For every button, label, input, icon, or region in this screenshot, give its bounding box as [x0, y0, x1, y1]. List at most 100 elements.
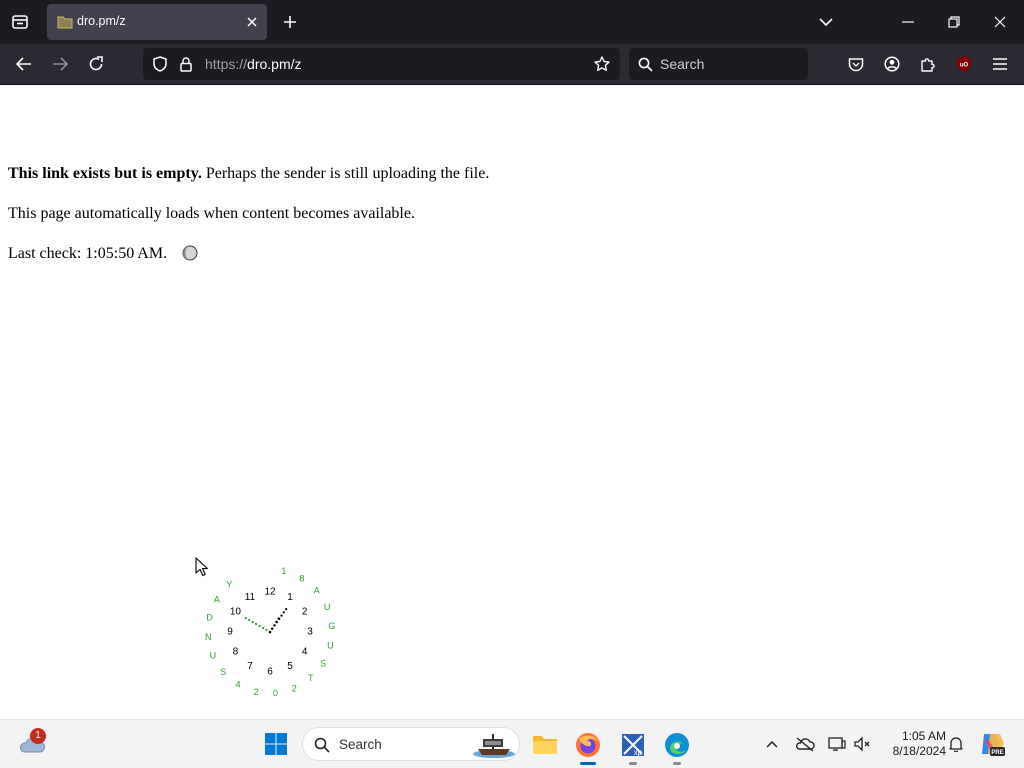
navigation-toolbar: https://dro.pm/z Search uO: [0, 44, 1024, 85]
close-window-icon[interactable]: [990, 12, 1010, 32]
bookmark-star-icon[interactable]: [592, 55, 612, 73]
search-placeholder: Search: [660, 56, 705, 72]
back-arrow-icon[interactable]: [14, 54, 34, 74]
tab-bar: dro.pm/z: [0, 0, 1024, 44]
clock-date-letter: 4: [236, 679, 241, 689]
display-icon[interactable]: [827, 734, 847, 754]
show-hidden-icons-chevron-icon[interactable]: [764, 736, 780, 752]
copilot-badge-text: PRE: [991, 750, 1003, 756]
empty-link-heading: This link exists but is empty.: [8, 165, 202, 182]
tab-active[interactable]: dro.pm/z: [47, 4, 267, 40]
clock-minute-hand-dot: [280, 614, 283, 617]
clock-date-letter: S: [220, 667, 226, 677]
url-text[interactable]: https://dro.pm/z: [205, 56, 302, 72]
clock-minute-hand-dot: [282, 611, 285, 614]
clock-hour-label: 8: [233, 647, 239, 658]
app-menu-icon[interactable]: [990, 54, 1010, 74]
windows-start-icon[interactable]: [264, 732, 288, 756]
minimize-icon[interactable]: [898, 12, 918, 32]
address-bar[interactable]: https://dro.pm/z: [143, 48, 620, 80]
clock-center-dot: [268, 630, 272, 634]
copilot-preview-icon[interactable]: PRE: [978, 730, 1006, 758]
edge-icon[interactable]: [663, 731, 691, 765]
clock-minute-hand-dot: [278, 617, 281, 620]
url-scheme: https://: [205, 56, 248, 72]
taskbar-date: 8/18/2024: [892, 744, 946, 758]
tab-close-icon[interactable]: [243, 13, 261, 31]
restore-icon[interactable]: [944, 12, 964, 32]
tracking-shield-icon[interactable]: [151, 55, 169, 73]
taskbar-clock[interactable]: 1:05 AM 8/18/2024: [880, 729, 946, 759]
empty-link-detail: Perhaps the sender is still uploading th…: [201, 165, 490, 182]
loading-moon-icon: [182, 245, 198, 261]
clock-hour-label: 9: [227, 627, 233, 638]
search-highlight-pirate-ship-icon: [471, 731, 517, 759]
clock-hour-label: 1: [287, 592, 293, 603]
firefox-active-indicator: [580, 762, 596, 765]
clock-date-letter: 8: [299, 573, 304, 583]
clock-hour-label: 7: [247, 661, 253, 672]
last-check-time: 1:05:50 AM.: [85, 245, 168, 262]
firefox-taskbar-icon[interactable]: [574, 731, 602, 765]
onedrive-offline-icon[interactable]: [795, 734, 815, 754]
app-xp-icon[interactable]: xp: [619, 731, 647, 765]
notification-bell-icon[interactable]: [947, 735, 965, 753]
firefox-view-icon[interactable]: [10, 12, 30, 32]
account-icon[interactable]: [882, 54, 902, 74]
clock-hour-label: 12: [264, 587, 276, 598]
page-content: This link exists but is empty. Perhaps t…: [0, 85, 1024, 719]
url-host-path: dro.pm/z: [247, 56, 302, 72]
extensions-puzzle-icon[interactable]: [918, 54, 938, 74]
list-tabs-chevron-icon[interactable]: [816, 12, 836, 32]
clock-hour-label: 10: [230, 607, 242, 618]
clock-date-letter: A: [214, 594, 220, 604]
clock-hour-label: 4: [302, 647, 308, 658]
taskbar-search-icon: [313, 736, 331, 754]
mouse-cursor-icon: [195, 557, 209, 577]
search-icon: [637, 56, 653, 72]
new-tab-icon[interactable]: [280, 12, 300, 32]
clock-date-letter: Y: [226, 580, 232, 590]
clock-date-letter: T: [308, 673, 314, 683]
taskbar-time: 1:05 AM: [901, 729, 946, 743]
ublock-origin-icon[interactable]: uO: [954, 54, 974, 74]
reload-icon[interactable]: [86, 54, 106, 74]
clock-date-letter: S: [320, 658, 326, 668]
analog-clock: 12 123456789101118AUGUST2024SUNDAY: [205, 566, 335, 698]
pocket-icon[interactable]: [846, 54, 866, 74]
taskbar-search-box[interactable]: Search: [302, 727, 520, 761]
clock-date-letter: 1: [281, 566, 286, 576]
clock-date-letter: N: [205, 632, 212, 642]
clock-minute-hand-dot: [271, 627, 274, 630]
clock-hour-label: 2: [302, 607, 308, 618]
xp-app-indicator: [629, 762, 637, 765]
clock-date-letter: G: [328, 621, 335, 631]
clock-minute-hand-dot: [275, 621, 278, 624]
taskbar-search-label: Search: [339, 737, 382, 752]
clock-minute-hand-dot: [285, 608, 288, 611]
clock-date-letter: D: [206, 612, 213, 622]
network-volume-icon[interactable]: [852, 734, 872, 754]
file-explorer-icon[interactable]: [531, 731, 559, 757]
windows-taskbar: 1 Search xp 1:05 AM 8/18/2024 PRE: [0, 719, 1024, 768]
svg-text:xp: xp: [634, 748, 643, 757]
clock-date-letter: 0: [273, 688, 278, 698]
clock-date-letter: U: [327, 640, 334, 650]
clock-second-hand-dot: [255, 622, 258, 626]
clock-second-hand-dot: [248, 618, 251, 622]
weather-notification-badge: 1: [30, 728, 46, 744]
clock-second-hand-dot: [258, 624, 261, 628]
clock-date-letter: U: [324, 602, 331, 612]
clock-second-hand-dot: [262, 626, 265, 630]
padlock-icon[interactable]: [177, 55, 195, 73]
last-check-label: Last check:: [8, 245, 86, 262]
clock-date-letter: 2: [292, 683, 297, 693]
clock-second-hand-dot: [244, 616, 247, 620]
clock-second-hand-dot: [251, 620, 254, 624]
clock-hour-label: 3: [307, 627, 313, 638]
edge-app-indicator: [673, 762, 681, 765]
clock-date-letter: U: [210, 651, 217, 661]
clock-date-letter: A: [314, 586, 320, 596]
autoload-notice: This page automatically loads when conte…: [8, 205, 415, 222]
search-bar[interactable]: Search: [629, 48, 808, 80]
